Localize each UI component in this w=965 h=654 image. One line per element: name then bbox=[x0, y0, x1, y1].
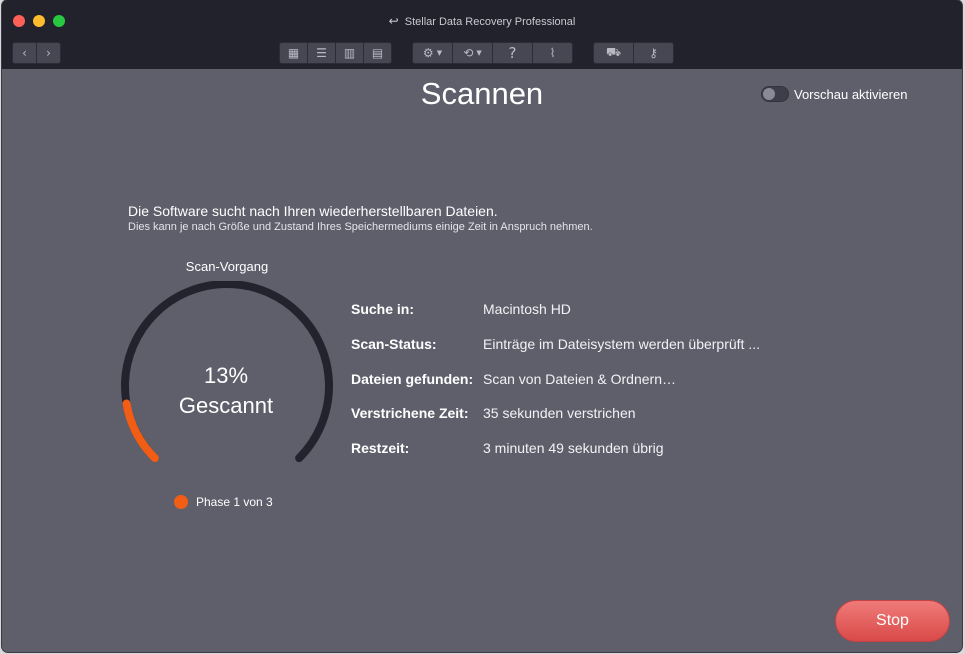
forward-button[interactable]: › bbox=[36, 42, 61, 64]
back-button[interactable]: ‹ bbox=[12, 42, 37, 64]
window-title-text: Stellar Data Recovery Professional bbox=[404, 16, 576, 28]
history-button[interactable]: ⟲ ▼ bbox=[452, 42, 493, 64]
navigation-buttons: ‹ › bbox=[12, 42, 61, 64]
cart-icon: ⛟ bbox=[605, 45, 622, 59]
phase-text: Phase 1 von 3 bbox=[196, 495, 273, 509]
scan-description-note: Dies kann je nach Größe und Zustand Ihre… bbox=[128, 221, 593, 233]
info-value: Scan von Dateien & Ordnern… bbox=[483, 371, 676, 387]
gauge-progress-arc bbox=[122, 399, 159, 463]
key-icon: ⚷ bbox=[649, 46, 658, 60]
preview-toggle-label: Vorschau aktivieren bbox=[794, 87, 908, 102]
dropdown-caret-icon: ▼ bbox=[476, 49, 482, 57]
list-view-button[interactable]: ☰ bbox=[307, 42, 336, 64]
gauge-readout: 13% Gescannt bbox=[152, 363, 300, 419]
chevron-left-icon: ‹ bbox=[22, 46, 27, 60]
window-title: ↩ Stellar Data Recovery Professional bbox=[2, 14, 962, 28]
gear-icon: ⚙ bbox=[422, 46, 434, 60]
view-mode-buttons: ▦ ☰ ▥ ▤ bbox=[279, 42, 392, 64]
cover-flow-icon: ▤ bbox=[371, 46, 384, 60]
store-buttons: ⛟ ⚷ bbox=[593, 42, 674, 64]
scan-status-word: Gescannt bbox=[178, 393, 274, 418]
list-icon: ☰ bbox=[316, 46, 327, 60]
clean-button[interactable]: ⌇ bbox=[532, 42, 573, 64]
chevron-right-icon: › bbox=[46, 46, 51, 60]
info-label: Scan-Status: bbox=[351, 336, 437, 352]
info-label: Verstrichene Zeit: bbox=[351, 405, 469, 421]
grid-icon: ▦ bbox=[287, 46, 300, 60]
phase-indicator: Phase 1 von 3 bbox=[174, 495, 273, 509]
help-icon: ? bbox=[508, 44, 517, 62]
stop-button[interactable]: Stop bbox=[835, 600, 950, 642]
title-bar: ↩ Stellar Data Recovery Professional ‹ › … bbox=[2, 0, 962, 69]
info-value: Einträge im Dateisystem werden überprüft… bbox=[483, 336, 761, 352]
app-window: ↩ Stellar Data Recovery Professional ‹ › … bbox=[2, 0, 962, 652]
scan-percent: 13% bbox=[203, 363, 249, 388]
scan-description: Die Software sucht nach Ihren wiederhers… bbox=[128, 203, 498, 219]
buy-button[interactable]: ⛟ bbox=[593, 42, 634, 64]
info-value: Macintosh HD bbox=[483, 301, 571, 317]
app-logo-icon: ↩ bbox=[388, 14, 399, 28]
info-value: 3 minuten 49 sekunden übrig bbox=[483, 440, 664, 456]
columns-icon: ▥ bbox=[343, 46, 356, 60]
tools-buttons: ⚙ ▼ ⟲ ▼ ? ⌇ bbox=[412, 42, 573, 64]
help-button[interactable]: ? bbox=[492, 42, 533, 64]
toggle-knob bbox=[763, 88, 775, 100]
phase-dot-icon bbox=[174, 495, 188, 509]
grid-view-button[interactable]: ▦ bbox=[279, 42, 308, 64]
info-label: Suche in: bbox=[351, 301, 415, 317]
dropdown-caret-icon: ▼ bbox=[436, 49, 443, 57]
info-value: 35 sekunden verstrichen bbox=[483, 405, 636, 421]
activate-button[interactable]: ⚷ bbox=[633, 42, 674, 64]
history-icon: ⟲ bbox=[463, 46, 474, 60]
cover-flow-view-button[interactable]: ▤ bbox=[363, 42, 392, 64]
gauge-title: Scan-Vorgang bbox=[185, 259, 269, 274]
info-label: Dateien gefunden: bbox=[351, 371, 474, 387]
info-label: Restzeit: bbox=[351, 440, 410, 456]
column-view-button[interactable]: ▥ bbox=[335, 42, 364, 64]
broom-icon: ⌇ bbox=[549, 46, 556, 60]
settings-button[interactable]: ⚙ ▼ bbox=[412, 42, 453, 64]
preview-toggle[interactable] bbox=[761, 86, 789, 102]
